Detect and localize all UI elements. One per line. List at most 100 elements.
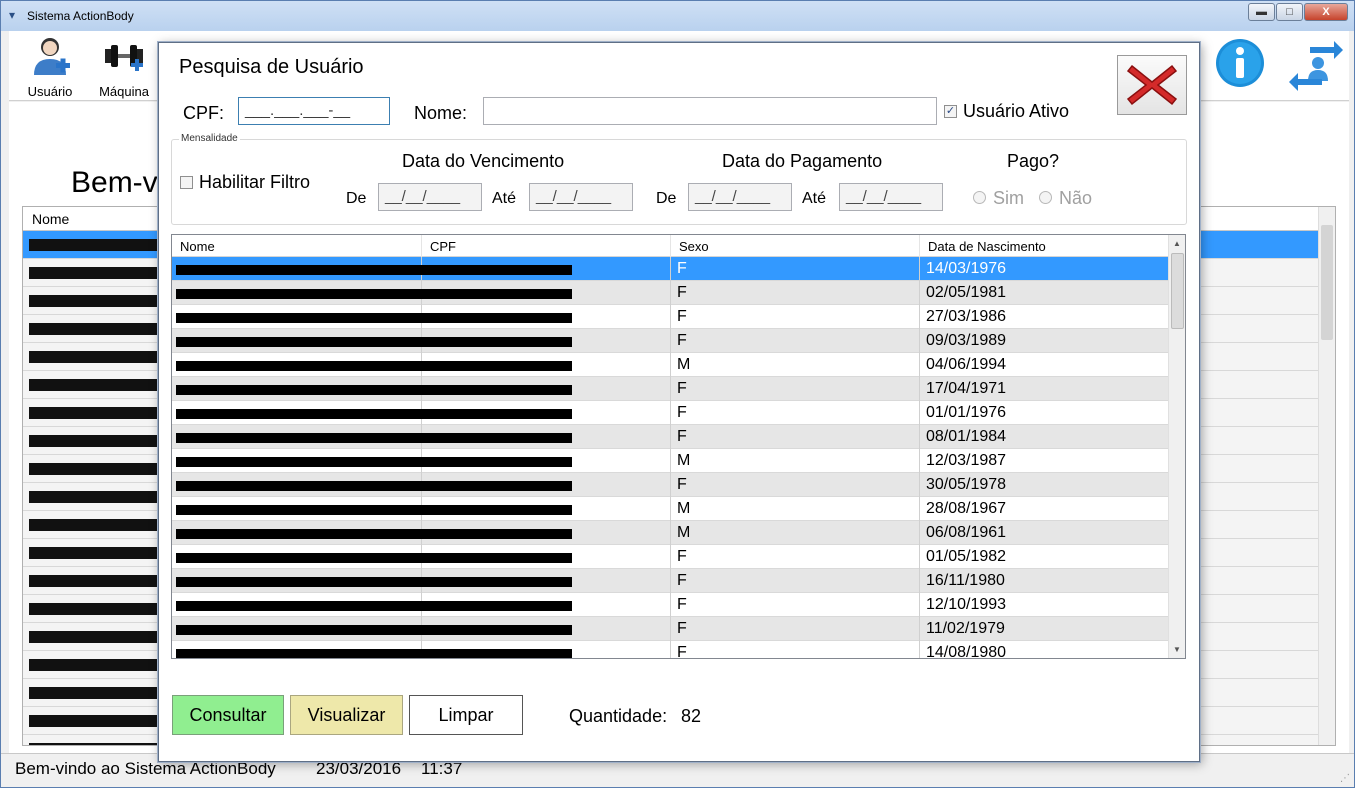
- vencimento-de-input[interactable]: __/__/____: [378, 183, 482, 211]
- pagamento-de-input[interactable]: __/__/____: [688, 183, 792, 211]
- usuario-button[interactable]: Usuário: [15, 33, 85, 99]
- table-row[interactable]: M 28/08/1967: [172, 497, 1169, 521]
- maximize-button[interactable]: □: [1276, 3, 1303, 21]
- nascimento-cell: 17/04/1971: [920, 377, 1169, 401]
- column-header-sexo[interactable]: Sexo: [671, 235, 920, 257]
- redacted-name-cell: [172, 329, 422, 353]
- sexo-cell: F: [671, 569, 920, 593]
- redaction-bar: [176, 481, 422, 491]
- switch-user-icon: [1289, 41, 1343, 91]
- table-row[interactable]: F 01/01/1976: [172, 401, 1169, 425]
- pagamento-ate-label: Até: [802, 190, 827, 207]
- redacted-name-cell: [172, 425, 422, 449]
- data-vencimento-label: Data do Vencimento: [402, 151, 565, 171]
- cpf-input[interactable]: ___.___.___-__: [238, 97, 390, 125]
- results-grid-scrollbar[interactable]: ▲ ▼: [1168, 235, 1185, 658]
- redacted-name-cell: [172, 593, 422, 617]
- cpf-label: CPF:: [183, 103, 225, 123]
- redaction-bar: [422, 553, 572, 563]
- table-row[interactable]: F 16/11/1980: [172, 569, 1169, 593]
- redacted-cpf-cell: [422, 473, 671, 497]
- vencimento-ate-input[interactable]: __/__/____: [529, 183, 633, 211]
- redaction-bar: [422, 385, 572, 395]
- sexo-cell: F: [671, 281, 920, 305]
- redaction-bar: [176, 433, 422, 443]
- results-grid[interactable]: Nome CPF Sexo Data de Nascimento F 14/03/…: [171, 234, 1186, 659]
- user-search-dialog: Pesquisa de Usuário CPF: ___.___.___-__ …: [158, 42, 1200, 762]
- pagamento-ate-input[interactable]: __/__/____: [839, 183, 943, 211]
- redaction-bar: [422, 625, 572, 635]
- redaction-bar: [422, 313, 572, 323]
- maquina-button[interactable]: Máquina: [89, 33, 159, 99]
- sexo-cell: M: [671, 521, 920, 545]
- pago-sim-radio[interactable]: [973, 191, 986, 204]
- background-grid-scrollbar[interactable]: [1318, 207, 1335, 745]
- welcome-title: Bem-v: [71, 166, 158, 199]
- table-row[interactable]: F 08/01/1984: [172, 425, 1169, 449]
- table-row[interactable]: F 17/04/1971: [172, 377, 1169, 401]
- resize-grip-icon[interactable]: ⋰: [1340, 773, 1350, 784]
- redacted-name: [29, 631, 157, 643]
- column-header-nascimento[interactable]: Data de Nascimento: [920, 235, 1169, 257]
- switch-user-button[interactable]: [1281, 33, 1351, 97]
- scroll-up-icon[interactable]: ▲: [1173, 239, 1181, 248]
- nome-input[interactable]: [483, 97, 937, 125]
- column-header-nome[interactable]: Nome: [172, 235, 422, 257]
- redaction-bar: [422, 289, 572, 299]
- redacted-cpf-cell: [422, 569, 671, 593]
- limpar-button[interactable]: Limpar: [409, 695, 523, 735]
- redacted-cpf-cell: [422, 545, 671, 569]
- redacted-cpf-cell: [422, 305, 671, 329]
- redacted-name-cell: [172, 617, 422, 641]
- info-button[interactable]: [1205, 33, 1275, 97]
- table-row[interactable]: M 12/03/1987: [172, 449, 1169, 473]
- habilitar-filtro-checkbox[interactable]: [180, 176, 193, 189]
- table-row[interactable]: F 12/10/1993: [172, 593, 1169, 617]
- redaction-bar: [176, 313, 422, 323]
- consultar-button[interactable]: Consultar: [172, 695, 284, 735]
- redaction-bar: [422, 337, 572, 347]
- redacted-name-cell: [172, 305, 422, 329]
- table-row[interactable]: F 30/05/1978: [172, 473, 1169, 497]
- redacted-name: [29, 743, 157, 745]
- pago-nao-radio[interactable]: [1039, 191, 1052, 204]
- table-row[interactable]: F 11/02/1979: [172, 617, 1169, 641]
- redaction-bar: [176, 649, 422, 658]
- redaction-bar: [176, 265, 422, 275]
- redacted-cpf-cell: [422, 401, 671, 425]
- table-row[interactable]: M 06/08/1961: [172, 521, 1169, 545]
- nascimento-cell: 30/05/1978: [920, 473, 1169, 497]
- sexo-cell: F: [671, 425, 920, 449]
- close-x-icon: [1126, 64, 1178, 106]
- redaction-bar: [176, 337, 422, 347]
- visualizar-button[interactable]: Visualizar: [290, 695, 403, 735]
- nascimento-cell: 12/10/1993: [920, 593, 1169, 617]
- usuario-ativo-checkbox[interactable]: ✓: [944, 105, 957, 118]
- table-row[interactable]: F 02/05/1981: [172, 281, 1169, 305]
- pago-label: Pago?: [1007, 151, 1060, 171]
- redaction-bar: [422, 409, 572, 419]
- table-row[interactable]: F 14/03/1976: [172, 257, 1169, 281]
- redacted-cpf-cell: [422, 329, 671, 353]
- table-row[interactable]: F 09/03/1989: [172, 329, 1169, 353]
- window-controls: ▬ □ X: [1247, 3, 1348, 21]
- table-row[interactable]: M 04/06/1994: [172, 353, 1169, 377]
- pago-nao-label: Não: [1059, 188, 1093, 208]
- minimize-button[interactable]: ▬: [1248, 3, 1275, 21]
- table-row[interactable]: F 14/08/1980: [172, 641, 1169, 658]
- table-row[interactable]: F 01/05/1982: [172, 545, 1169, 569]
- redacted-name-cell: [172, 473, 422, 497]
- redacted-name-cell: [172, 641, 422, 658]
- scrollbar-thumb[interactable]: [1171, 253, 1184, 329]
- close-window-button[interactable]: X: [1304, 3, 1348, 21]
- redacted-name: [29, 547, 157, 559]
- scroll-down-icon[interactable]: ▼: [1173, 645, 1181, 654]
- close-dialog-button[interactable]: [1117, 55, 1187, 115]
- maquina-label: Máquina: [99, 84, 149, 99]
- scrollbar-thumb[interactable]: [1321, 225, 1333, 340]
- column-header-cpf[interactable]: CPF: [422, 235, 671, 257]
- redacted-name-cell: [172, 257, 422, 281]
- table-row[interactable]: F 27/03/1986: [172, 305, 1169, 329]
- redacted-name-cell: [172, 545, 422, 569]
- redacted-cpf-cell: [422, 497, 671, 521]
